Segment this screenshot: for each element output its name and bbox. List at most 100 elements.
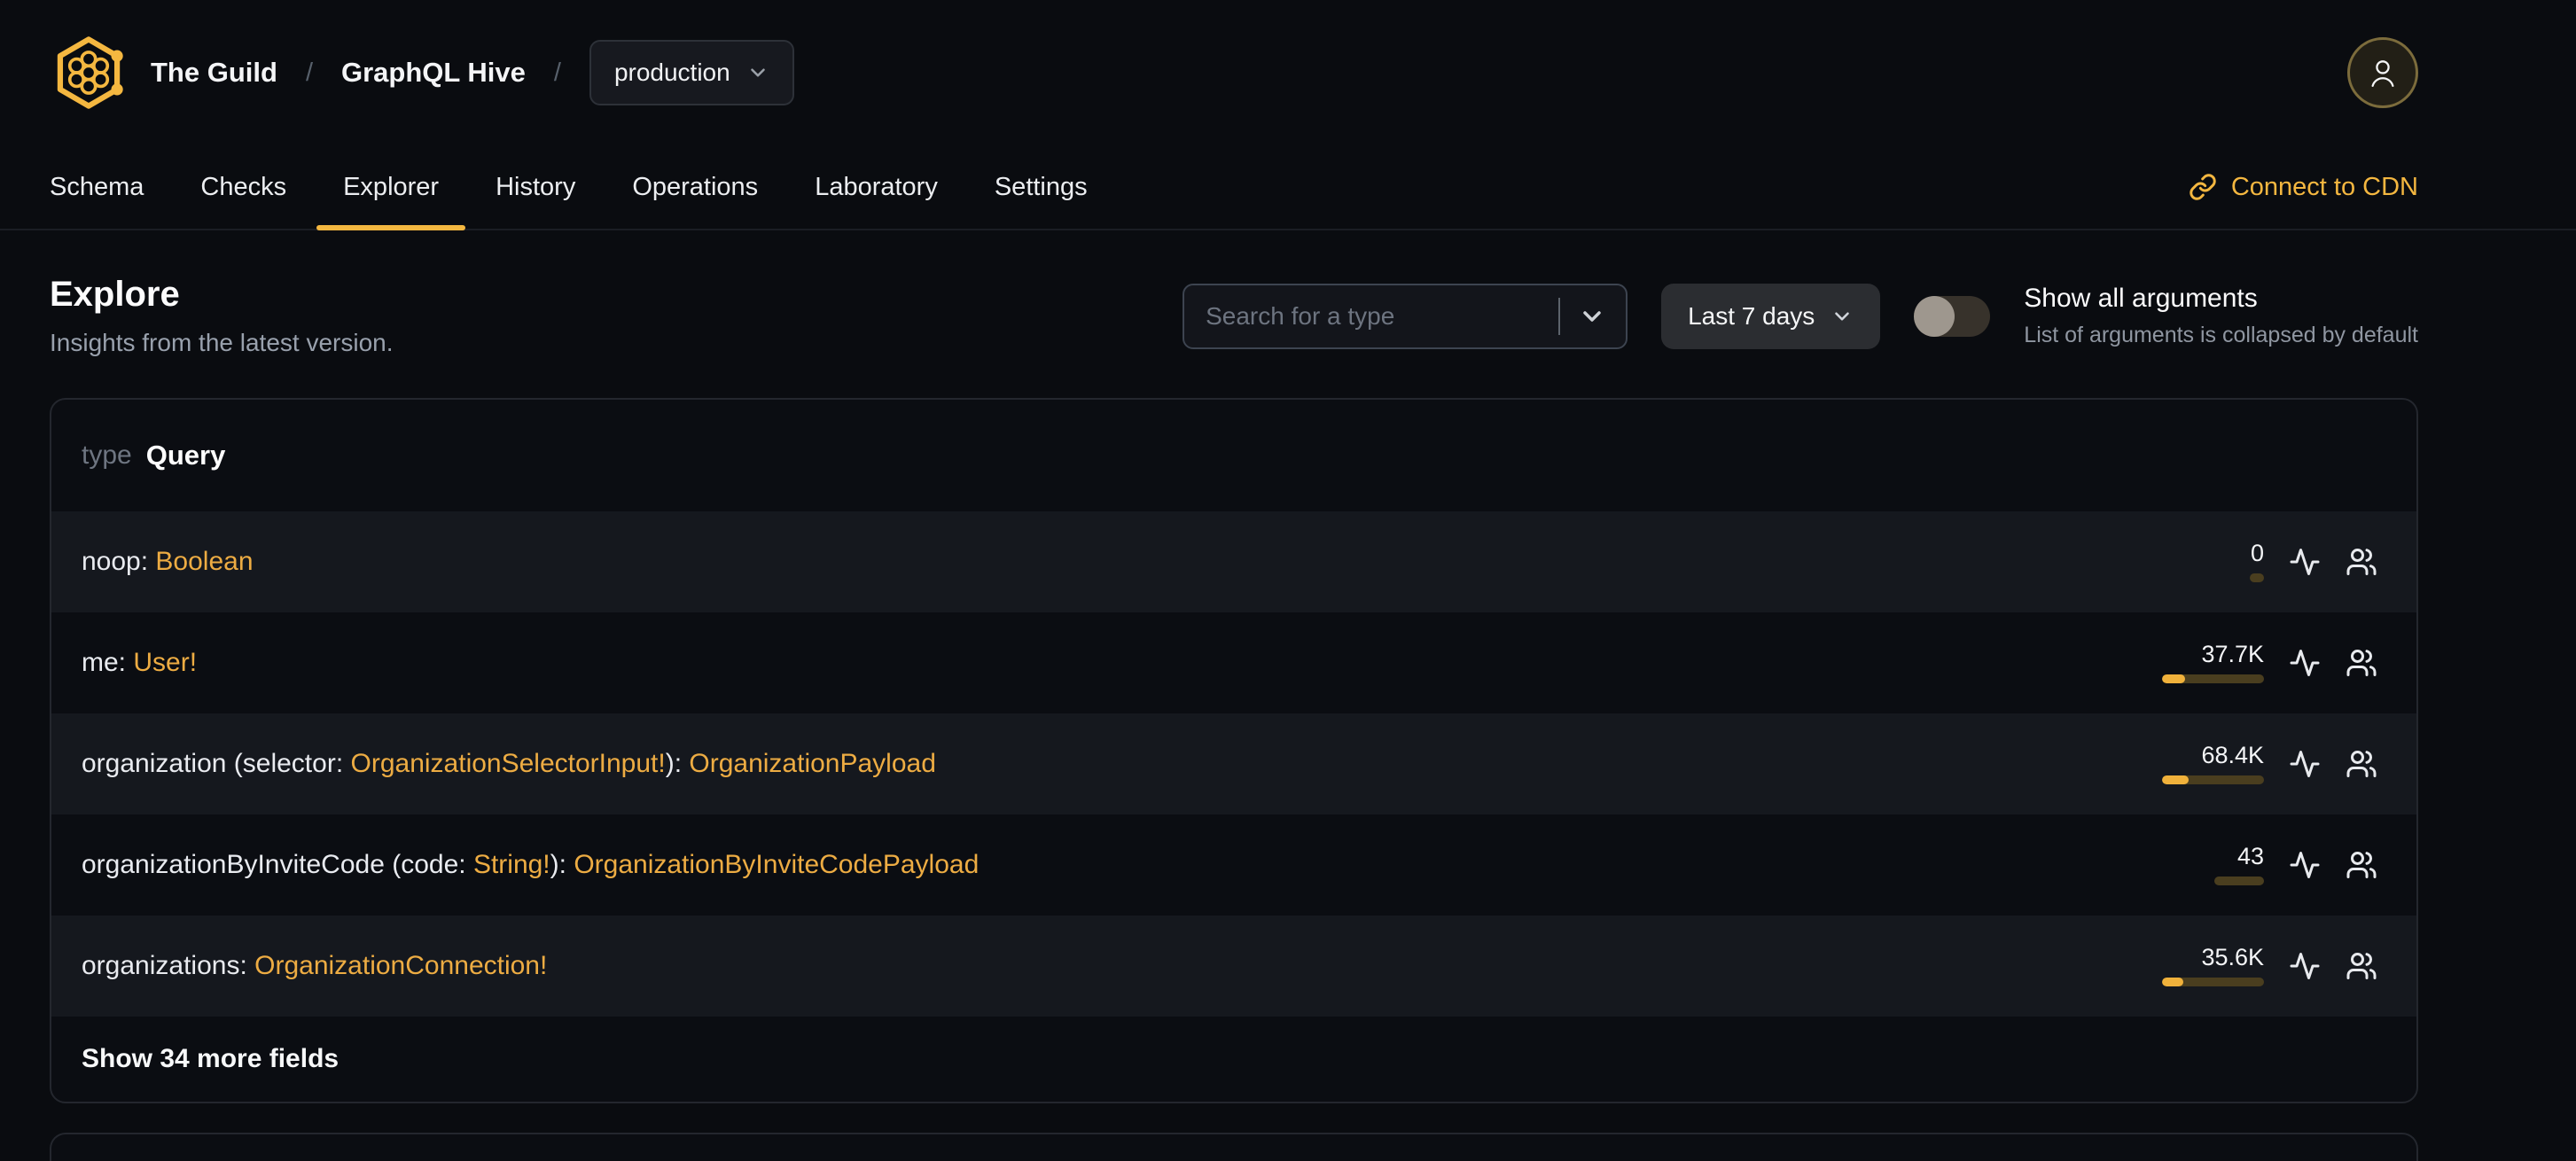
tab-operations[interactable]: Operations (605, 145, 785, 229)
field-usage-bar (2250, 573, 2264, 582)
field-row: organization (selector: OrganizationSele… (51, 713, 2416, 814)
toggle-label: Show all arguments (2024, 284, 2258, 313)
field-usage-bar (2162, 674, 2264, 683)
field-request-count: 43 (2236, 843, 2264, 869)
breadcrumb-org[interactable]: The Guild (151, 57, 277, 89)
page-subtitle: Insights from the latest version. (50, 329, 394, 356)
tab-label: Settings (994, 172, 1088, 201)
chevron-down-icon (1583, 310, 1601, 322)
page-title: Explore (50, 275, 180, 314)
target-selector-button[interactable]: production (589, 40, 794, 105)
field-usage-bar (2214, 877, 2264, 885)
field-text: organizations: (82, 951, 255, 980)
users-icon[interactable] (2346, 647, 2377, 679)
type-card-query: type Query noop: Boolean 0 me: User! 37.… (50, 398, 2418, 1103)
search-input[interactable] (1204, 300, 1552, 331)
tab-label: Explorer (343, 172, 440, 201)
search-divider (1558, 297, 1561, 335)
explore-header-section: Explore Insights from the latest version… (50, 275, 2418, 357)
field-request-count: 37.7K (2201, 641, 2264, 667)
field-request-count: 0 (2250, 540, 2264, 566)
tab-laboratory[interactable]: Laboratory (788, 145, 964, 229)
activity-icon[interactable] (2289, 849, 2321, 881)
users-icon[interactable] (2346, 546, 2377, 578)
field-metric: 68.4K (2145, 744, 2264, 784)
activity-icon[interactable] (2289, 647, 2321, 679)
field-text: me: (82, 648, 134, 677)
tab-label: Laboratory (815, 172, 938, 201)
project-nav: Schema Checks Explorer History Operation… (0, 145, 2576, 230)
top-bar: The Guild / GraphQL Hive / production (0, 0, 2576, 145)
period-selector-value: Last 7 days (1688, 301, 1815, 330)
users-icon[interactable] (2346, 950, 2377, 982)
type-name: Query (145, 440, 226, 471)
field-text: ): (665, 749, 690, 778)
activity-icon[interactable] (2289, 950, 2321, 982)
field-signature: me: User! (82, 648, 2145, 678)
period-selector-button[interactable]: Last 7 days (1661, 283, 1881, 349)
field-usage-bar (2162, 978, 2264, 986)
connect-to-cdn-label: Connect to CDN (2230, 172, 2418, 201)
breadcrumb: The Guild / GraphQL Hive / production (50, 34, 794, 112)
show-more-fields-button[interactable]: Show 34 more fields (51, 1017, 2416, 1102)
explore-controls: Last 7 days Show all arguments List of a… (1183, 283, 2418, 349)
target-selector-value: production (613, 58, 730, 86)
tab-settings[interactable]: Settings (968, 145, 1114, 229)
field-text: organization (selector: (82, 749, 351, 778)
field-row: organizationByInviteCode (code: String!)… (51, 814, 2416, 916)
activity-icon[interactable] (2289, 546, 2321, 578)
nav-tabs: Schema Checks Explorer History Operation… (23, 145, 1118, 230)
field-signature: organizationByInviteCode (code: String!)… (82, 850, 2145, 880)
link-icon (2190, 174, 2216, 200)
tab-history[interactable]: History (469, 145, 602, 229)
user-avatar-button[interactable] (2347, 37, 2418, 108)
tab-label: Checks (200, 172, 287, 201)
breadcrumb-separator: / (305, 58, 313, 87)
field-usage-bar-fill (2162, 674, 2185, 683)
toggle-description: List of arguments is collapsed by defaul… (2024, 323, 2418, 347)
type-search-combobox (1183, 283, 1628, 349)
chevron-down-icon (1835, 311, 1850, 321)
users-icon[interactable] (2346, 849, 2377, 881)
type-link[interactable]: Boolean (155, 547, 253, 576)
breadcrumb-project[interactable]: GraphQL Hive (341, 57, 526, 89)
field-row: me: User! 37.7K (51, 612, 2416, 713)
tab-label: History (496, 172, 576, 201)
next-type-card-stub (50, 1133, 2418, 1161)
tab-checks[interactable]: Checks (174, 145, 313, 229)
type-link[interactable]: OrganizationConnection! (254, 951, 547, 980)
type-link[interactable]: OrganizationPayload (689, 749, 936, 778)
breadcrumb-separator: / (553, 58, 561, 87)
tab-explorer[interactable]: Explorer (316, 145, 466, 230)
field-metric: 0 (2145, 542, 2264, 582)
toggle-knob (1914, 295, 1955, 337)
type-link[interactable]: OrganizationByInviteCodePayload (574, 850, 979, 879)
field-usage-bar (2162, 775, 2264, 784)
show-all-arguments-toggle[interactable] (1914, 295, 1991, 337)
search-dropdown-button[interactable] (1574, 299, 1610, 334)
field-text: ): (550, 850, 574, 879)
activity-icon[interactable] (2289, 748, 2321, 780)
field-metric: 35.6K (2145, 946, 2264, 986)
show-more-label: Show 34 more fields (82, 1044, 340, 1073)
type-link[interactable]: User! (133, 648, 197, 677)
type-card-header: type Query (51, 400, 2416, 511)
fields-list: noop: Boolean 0 me: User! 37.7K organiza… (51, 511, 2416, 1017)
field-text: organizationByInviteCode (code: (82, 850, 473, 879)
type-kind-label: type (82, 440, 132, 470)
users-icon[interactable] (2346, 748, 2377, 780)
user-icon (2371, 60, 2394, 88)
field-text: noop: (82, 547, 156, 576)
field-usage-bar-fill (2162, 775, 2189, 784)
field-signature: noop: Boolean (82, 547, 2145, 577)
field-request-count: 68.4K (2201, 742, 2264, 768)
field-request-count: 35.6K (2201, 944, 2264, 970)
hive-logo-icon[interactable] (50, 34, 128, 112)
type-link[interactable]: OrganizationSelectorInput! (351, 749, 666, 778)
field-signature: organizations: OrganizationConnection! (82, 951, 2145, 981)
type-link[interactable]: String! (473, 850, 550, 879)
connect-to-cdn-button[interactable]: Connect to CDN (2189, 145, 2418, 229)
chevron-down-icon (750, 68, 765, 77)
field-row: noop: Boolean 0 (51, 511, 2416, 612)
tab-schema[interactable]: Schema (23, 145, 170, 229)
